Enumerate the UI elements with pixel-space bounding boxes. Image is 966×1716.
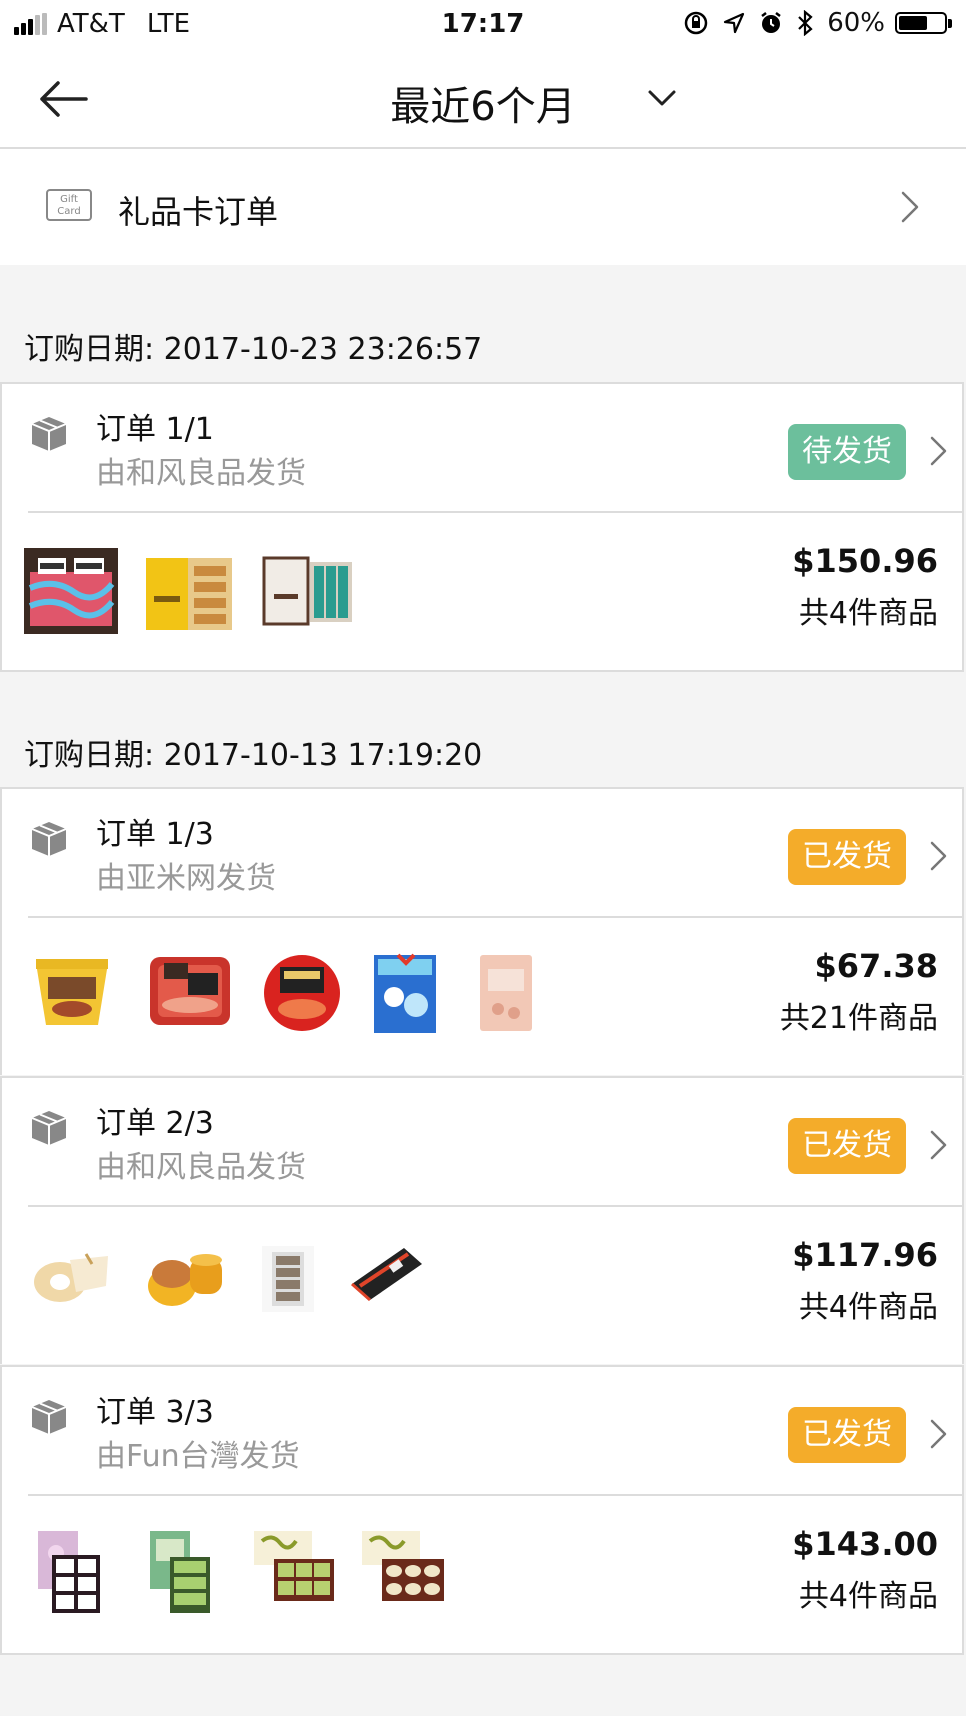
chevron-right-icon[interactable]	[928, 1417, 950, 1451]
order-price: $117.96	[792, 1236, 938, 1274]
pineapple-cake-box-thumbnail	[254, 1531, 334, 1601]
teal-snack-box-thumbnail	[260, 552, 354, 632]
product-thumbnails	[32, 953, 558, 1035]
chevron-down-icon[interactable]	[644, 84, 680, 112]
status-right: 60%	[669, 8, 952, 38]
noodle-bowl-thumbnail	[264, 955, 340, 1031]
page-title[interactable]: 最近6个月	[0, 74, 966, 132]
item-count: 共4件商品	[798, 596, 938, 631]
rotation-lock-icon	[684, 11, 708, 35]
package-icon	[31, 417, 67, 451]
order-header: 订单 2/3 由和风良品发货 已发货	[2, 1078, 962, 1207]
hotpot-tray-thumbnail	[150, 957, 230, 1025]
order-number: 订单 1/3	[96, 817, 214, 852]
order-price: $150.96	[792, 542, 938, 580]
order-shipper: 由亚米网发货	[96, 861, 276, 896]
order-number: 订单 1/1	[96, 412, 214, 447]
bluetooth-icon	[798, 10, 813, 36]
cracker-box-thumbnail	[262, 1246, 314, 1312]
package-icon	[31, 1111, 67, 1145]
order-number: 订单 3/3	[96, 1395, 214, 1430]
nav-bar: 最近6个月	[0, 50, 966, 149]
cheesecake-box-thumbnail	[24, 548, 118, 634]
candy-bag-thumbnail	[374, 953, 436, 1033]
order-body: $150.96 共4件商品	[2, 512, 962, 670]
order-price: $143.00	[792, 1525, 938, 1563]
alarm-icon	[761, 12, 781, 33]
product-thumbnails	[30, 1246, 448, 1312]
purple-pastry-box-thumbnail	[38, 1531, 100, 1613]
product-thumbnails	[36, 1529, 470, 1615]
yolk-pastry-box-thumbnail	[362, 1531, 444, 1601]
product-thumbnails	[24, 548, 378, 634]
order-body: $67.38 共21件商品	[2, 917, 962, 1075]
gift-card-icon: Gift Card	[46, 189, 92, 221]
order-price: $67.38	[814, 947, 938, 985]
gift-card-orders-row[interactable]: Gift Card 礼品卡订单	[0, 149, 966, 265]
battery-icon	[895, 12, 947, 34]
order-card[interactable]: 订单 1/3 由亚米网发货 已发货 $67.38 共21件商品	[0, 787, 964, 1075]
order-card[interactable]: 订单 3/3 由Fun台灣发货 已发货 $143.00 共4件商品	[0, 1365, 964, 1655]
status-badge: 待发货	[788, 424, 906, 480]
item-count: 共21件商品	[779, 1001, 938, 1036]
yellow-snack-box-thumbnail	[142, 552, 236, 632]
battery-cap	[948, 18, 952, 28]
order-shipper: 由和风良品发货	[96, 1150, 306, 1185]
order-header: 订单 1/3 由亚米网发货 已发货	[2, 789, 962, 918]
status-bar: AT&T LTE 17:17 60%	[0, 0, 966, 50]
order-date-label: 订购日期: 2017-10-23 23:26:57	[24, 332, 483, 367]
order-header: 订单 1/1 由和风良品发货 待发货	[2, 384, 962, 513]
item-count: 共4件商品	[798, 1290, 938, 1325]
cookie-tin-thumbnail	[148, 1254, 222, 1306]
chevron-right-icon[interactable]	[928, 1128, 950, 1162]
chevron-right-icon[interactable]	[928, 434, 950, 468]
noodle-cup-thumbnail	[36, 959, 108, 1025]
status-badge: 已发货	[788, 1118, 906, 1174]
order-body: $143.00 共4件商品	[2, 1495, 962, 1653]
order-date-label: 订购日期: 2017-10-13 17:19:20	[24, 738, 483, 773]
order-shipper: 由和风良品发货	[96, 456, 306, 491]
package-icon	[31, 1400, 67, 1434]
order-shipper: 由Fun台灣发货	[96, 1439, 300, 1474]
battery-percent: 60%	[827, 8, 885, 38]
baumkuchen-cake-thumbnail	[34, 1253, 108, 1302]
status-badge: 已发货	[788, 829, 906, 885]
status-badge: 已发货	[788, 1407, 906, 1463]
order-card[interactable]: 订单 2/3 由和风良品发货 已发货 $117.96 共4件商品	[0, 1076, 964, 1364]
gift-card-label: 礼品卡订单	[118, 193, 279, 231]
black-gift-box-thumbnail	[351, 1248, 422, 1302]
gift-card-icon-text-2: Card	[57, 206, 81, 217]
green-pastry-box-thumbnail	[150, 1531, 210, 1613]
order-card[interactable]: 订单 1/1 由和风良品发货 待发货 $150.96 共4件商品	[0, 382, 964, 672]
snack-bag-thumbnail	[480, 955, 532, 1031]
package-icon	[31, 822, 67, 856]
location-icon	[724, 12, 745, 34]
chevron-right-icon	[901, 191, 919, 223]
item-count: 共4件商品	[798, 1579, 938, 1614]
order-body: $117.96 共4件商品	[2, 1206, 962, 1364]
order-number: 订单 2/3	[96, 1106, 214, 1141]
chevron-right-icon[interactable]	[928, 839, 950, 873]
gift-card-icon-text-1: Gift	[60, 194, 78, 205]
order-header: 订单 3/3 由Fun台灣发货 已发货	[2, 1367, 962, 1496]
